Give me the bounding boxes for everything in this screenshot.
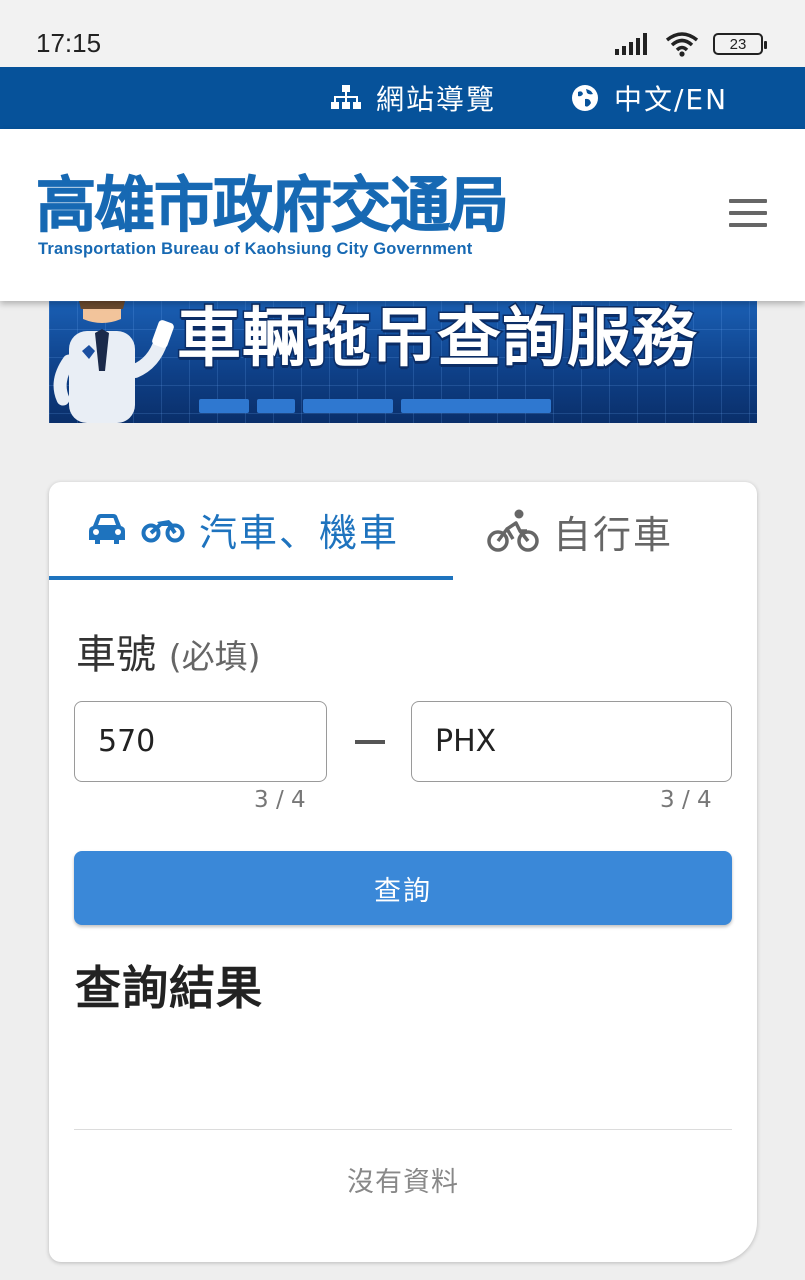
results-title: 查詢結果 <box>75 961 263 1015</box>
status-bar: 17:15 23 <box>0 0 805 67</box>
plate-separator <box>355 740 385 744</box>
plate-label-text: 車號 <box>76 632 156 678</box>
motorcycle-icon <box>141 520 185 543</box>
officer-illustration-icon <box>53 301 174 423</box>
status-icons: 23 <box>615 30 767 58</box>
battery-indicator: 23 <box>713 33 767 55</box>
bicycle-icon <box>487 509 539 552</box>
plate-part1-counter: 3 / 4 <box>254 787 306 813</box>
site-logo-english: Transportation Bureau of Kaohsiung City … <box>38 240 473 258</box>
language-label: 中文/EN <box>614 83 729 116</box>
hero-banner: 車輛拖吊查詢服務 <box>49 301 757 423</box>
plate-part1-input[interactable]: 570 <box>74 701 327 782</box>
banner-decoration <box>199 399 551 413</box>
language-switch[interactable]: 中文/EN <box>570 67 728 129</box>
globe-icon <box>572 85 598 111</box>
status-time: 17:15 <box>36 28 102 58</box>
top-utility-bar: 網站導覽 中文/EN <box>0 67 805 129</box>
banner-title: 車輛拖吊查詢服務 <box>176 301 698 378</box>
car-icon <box>89 514 125 544</box>
search-button[interactable]: 查詢 <box>74 851 732 925</box>
site-logo[interactable]: 高雄市政府交通局 <box>36 171 510 242</box>
hamburger-menu-icon[interactable] <box>729 199 767 227</box>
tab-car-motorcycle[interactable]: 汽車、機車 <box>49 482 453 580</box>
query-card: 汽車、機車 自行車 車號 (必填) 570 PHX 3 / 4 3 / 4 查詢… <box>49 482 757 1262</box>
required-note: (必填) <box>168 637 261 676</box>
plate-part2-counter: 3 / 4 <box>660 787 712 813</box>
site-header: 高雄市政府交通局 Transportation Bureau of Kaohsi… <box>0 129 805 301</box>
no-data-message: 沒有資料 <box>347 1167 459 1198</box>
sitemap-label: 網站導覽 <box>376 83 497 116</box>
tab-car-label: 汽車、機車 <box>199 510 400 555</box>
results-divider <box>74 1129 732 1130</box>
tab-bicycle-label: 自行車 <box>553 512 674 557</box>
wifi-icon <box>665 32 699 57</box>
sitemap-icon <box>331 85 361 109</box>
tab-bicycle[interactable]: 自行車 <box>453 482 757 580</box>
plate-field-label: 車號 (必填) <box>76 622 260 680</box>
signal-icon <box>615 33 647 55</box>
sitemap-link[interactable]: 網站導覽 <box>330 67 496 129</box>
plate-part2-input[interactable]: PHX <box>411 701 732 782</box>
